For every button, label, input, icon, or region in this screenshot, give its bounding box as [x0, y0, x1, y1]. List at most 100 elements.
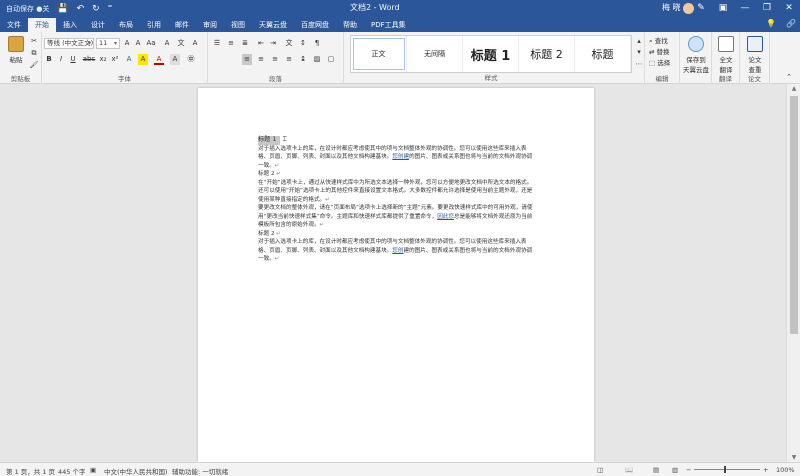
show-marks-icon[interactable]: ¶	[312, 38, 322, 49]
tab-review[interactable]: 审阅	[196, 18, 224, 32]
tab-references[interactable]: 引用	[140, 18, 168, 32]
zoom-slider[interactable]	[694, 469, 760, 470]
proofing-icon[interactable]: ▣	[90, 466, 96, 474]
print-layout-icon[interactable]: ▤	[653, 466, 659, 474]
styles-scroll-down-icon[interactable]: ▾	[634, 47, 644, 58]
borders-icon[interactable]: ▢	[326, 54, 336, 65]
style-title[interactable]: 标题	[575, 36, 631, 72]
sort-icon[interactable]: ↕	[298, 38, 308, 49]
tab-baidu-netdisk[interactable]: 百度网盘	[294, 18, 336, 32]
autosave-toggle[interactable]: 自动保存 ●关	[0, 4, 55, 14]
char-shading-button[interactable]: A	[170, 54, 180, 65]
document-body[interactable]: 标题 1 ⌶ 对于插入选项卡上的库，在设计时都应考虑使其中的项与文档整体外观的协…	[258, 135, 536, 264]
underline-button[interactable]: U	[68, 54, 78, 65]
save-icon[interactable]: 💾	[57, 4, 68, 14]
tab-layout[interactable]: 布局	[112, 18, 140, 32]
undo-icon[interactable]: ↶	[77, 4, 85, 14]
paragraph-4[interactable]: 对于插入选项卡上的库，在设计时都应考虑使其中的项与文档整体外观的协调性。您可以使…	[258, 238, 536, 264]
bold-button[interactable]: B	[44, 54, 54, 65]
tab-mailings[interactable]: 邮件	[168, 18, 196, 32]
style-heading-1[interactable]: 标题 1	[463, 36, 519, 72]
pen-icon[interactable]: ✎	[690, 0, 712, 17]
style-no-spacing[interactable]: 无间隔	[407, 36, 463, 72]
heading-1[interactable]: 标题 1	[258, 136, 281, 145]
document-page[interactable]: 标题 1 ⌶ 对于插入选项卡上的库，在设计时都应考虑使其中的项与文档整体外观的协…	[198, 88, 594, 462]
tab-insert[interactable]: 插入	[56, 18, 84, 32]
justify-icon[interactable]: ≡	[284, 54, 294, 65]
line-spacing-icon[interactable]: ↨	[298, 54, 308, 65]
paste-button[interactable]: 粘贴	[5, 36, 27, 64]
paragraph-3-link[interactable]: 因此您	[437, 214, 454, 220]
read-mode-icon[interactable]: 📖	[625, 466, 633, 474]
clear-format-icon[interactable]: A	[162, 38, 172, 49]
shading-icon[interactable]: ▨	[312, 54, 322, 65]
full-translate-button[interactable]: 全文 翻译	[714, 36, 738, 74]
enclose-char-icon[interactable]: ㊥	[186, 54, 196, 65]
zoom-slider-thumb[interactable]	[724, 466, 726, 473]
align-right-icon[interactable]: ≡	[270, 54, 280, 65]
char-border-icon[interactable]: A	[190, 38, 200, 49]
user-name[interactable]: 梅 晓	[662, 2, 681, 13]
highlight-button[interactable]: A	[138, 54, 148, 65]
collapse-ribbon-icon[interactable]: ⌃	[784, 72, 794, 83]
focus-mode-icon[interactable]: ◫	[597, 466, 603, 474]
share-icon[interactable]: 🔗	[786, 19, 796, 28]
bullets-icon[interactable]: ☰	[212, 38, 222, 49]
tab-file[interactable]: 文件	[0, 18, 28, 32]
tab-tianyi-cloud[interactable]: 天翼云盘	[252, 18, 294, 32]
scroll-thumb[interactable]	[790, 96, 798, 334]
decrease-indent-icon[interactable]: ⇤	[256, 38, 266, 49]
scroll-down-icon[interactable]: ▼	[787, 454, 800, 461]
word-count[interactable]: 445 个字	[58, 466, 85, 476]
save-to-cloud-button[interactable]: 保存到 天翼云盘	[682, 36, 710, 74]
tab-view[interactable]: 视图	[224, 18, 252, 32]
minimize-button[interactable]: —	[734, 0, 756, 17]
grow-font-icon[interactable]: A	[122, 38, 132, 49]
align-center-icon[interactable]: ≡	[256, 54, 266, 65]
language[interactable]: 中文(中华人民共和国)	[104, 466, 168, 476]
copy-icon[interactable]: ⧉	[29, 48, 39, 59]
tab-help[interactable]: 帮助	[336, 18, 364, 32]
font-color-button[interactable]: A	[154, 54, 164, 65]
paragraph-4-link[interactable]: 您创	[392, 248, 403, 254]
paragraph-1[interactable]: 对于插入选项卡上的库，在设计时都应考虑使其中的项与文档整体外观的协调性。您可以使…	[258, 145, 536, 171]
italic-button[interactable]: I	[56, 54, 66, 65]
paper-check-button[interactable]: 论文 查重	[743, 36, 767, 74]
multilevel-list-icon[interactable]: ≣	[240, 38, 250, 49]
heading-2a[interactable]: 标题 2 ↵	[258, 170, 536, 179]
paragraph-1-link[interactable]: 您创建	[392, 154, 409, 160]
text-effects-button[interactable]: A	[124, 54, 134, 65]
page-count[interactable]: 第 1 页，共 1 页	[6, 466, 55, 476]
style-normal[interactable]: 正文	[351, 36, 407, 72]
replace-button[interactable]: ⇄ 替换	[649, 46, 670, 56]
customize-toolbar-icon[interactable]: ⁼	[108, 4, 113, 14]
lightbulb-icon[interactable]: 💡	[766, 19, 776, 28]
font-size-select[interactable]: 11	[96, 38, 120, 49]
styles-scroll-up-icon[interactable]: ▴	[634, 36, 644, 47]
paragraph-2[interactable]: 在“开始”选项卡上，通过从快速样式库中为所选文本选择一种外观，您可以方便地更改文…	[258, 179, 536, 205]
close-button[interactable]: ✕	[778, 0, 800, 17]
strikethrough-button[interactable]: abc	[82, 54, 96, 65]
style-heading-2[interactable]: 标题 2	[519, 36, 575, 72]
scroll-up-icon[interactable]: ▲	[787, 85, 800, 92]
vertical-scrollbar[interactable]: ▲ ▼	[786, 84, 800, 462]
zoom-level[interactable]: 100%	[776, 466, 795, 474]
cut-icon[interactable]: ✂	[29, 36, 39, 47]
redo-icon[interactable]: ↻	[92, 4, 100, 14]
align-left-icon[interactable]: ≡	[242, 54, 252, 65]
accessibility-status[interactable]: 辅助功能: 一切就绪	[172, 466, 228, 476]
zoom-in-icon[interactable]: +	[763, 466, 768, 474]
select-button[interactable]: ⬚ 选择	[649, 57, 670, 67]
paragraph-3[interactable]: 要更改文档的整体外观，请在“页面布局”选项卡上选择新的“主题”元素。要更改快速样…	[258, 204, 536, 230]
heading-2b[interactable]: 标题 2 ↵	[258, 230, 536, 239]
shrink-font-icon[interactable]: A	[133, 38, 143, 49]
superscript-button[interactable]: x²	[110, 54, 120, 65]
ribbon-display-icon[interactable]: ▣	[712, 0, 734, 17]
zoom-out-icon[interactable]: −	[686, 466, 691, 474]
phonetic-guide-icon[interactable]: 文	[176, 38, 186, 49]
tab-pdf-tools[interactable]: PDF工具集	[364, 18, 413, 32]
increase-indent-icon[interactable]: ⇥	[268, 38, 278, 49]
tab-home[interactable]: 开始	[28, 18, 56, 32]
chinese-layout-icon[interactable]: 文	[284, 38, 294, 49]
tab-design[interactable]: 设计	[84, 18, 112, 32]
